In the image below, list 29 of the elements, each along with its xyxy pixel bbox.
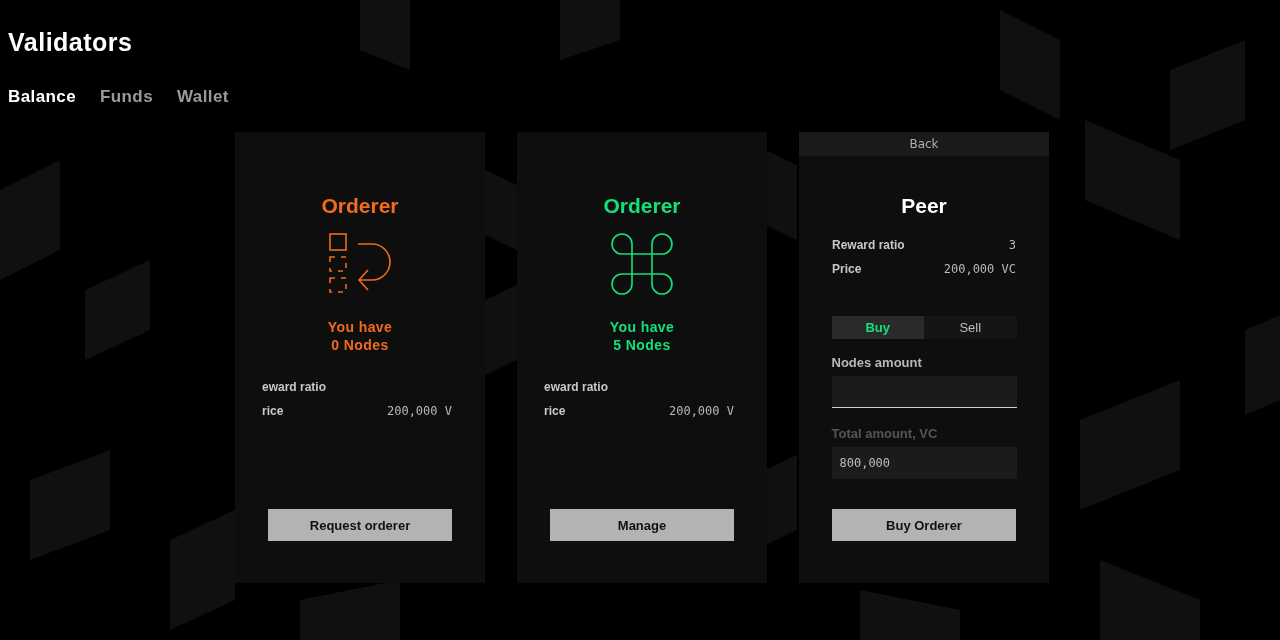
nodes-count: You have 5 Nodes (609, 318, 675, 354)
field-label: Total amount, VC (831, 426, 939, 441)
command-icon (610, 232, 674, 296)
nav-tab[interactable]: Funds (100, 87, 153, 107)
back-button[interactable]: Back (799, 132, 1049, 156)
row-label: rice (262, 404, 284, 418)
buy-button[interactable]: Buy Orderer (832, 509, 1016, 541)
card-action-button[interactable]: Manage (550, 509, 734, 541)
nodes-amount-field[interactable] (831, 376, 1017, 408)
row-label: Price (832, 262, 862, 276)
card-title: Peer (901, 194, 947, 218)
row-label: Reward ratio (832, 238, 905, 252)
row-label: eward ratio (262, 380, 327, 394)
card-action-button[interactable]: Request orderer (268, 509, 452, 541)
row-value: 3 (1008, 238, 1016, 252)
nav-tab[interactable]: Wallet (177, 87, 229, 107)
card-title: Orderer (603, 194, 681, 218)
nav-tab[interactable]: Balance (8, 87, 76, 107)
card-title: Orderer (321, 194, 399, 218)
row-value: 200,000 V (386, 404, 452, 418)
page-title: Validators (8, 28, 134, 57)
mode-tab[interactable]: Buy (831, 316, 924, 339)
row-value: 200,000 V (668, 404, 734, 418)
nodes-count: You have 0 Nodes (327, 318, 393, 354)
row-label: rice (544, 404, 566, 418)
row-value: 200,000 VC (943, 262, 1016, 276)
nodes-return-icon (328, 232, 392, 296)
field-label: Nodes amount (831, 355, 923, 370)
row-label: eward ratio (544, 380, 609, 394)
